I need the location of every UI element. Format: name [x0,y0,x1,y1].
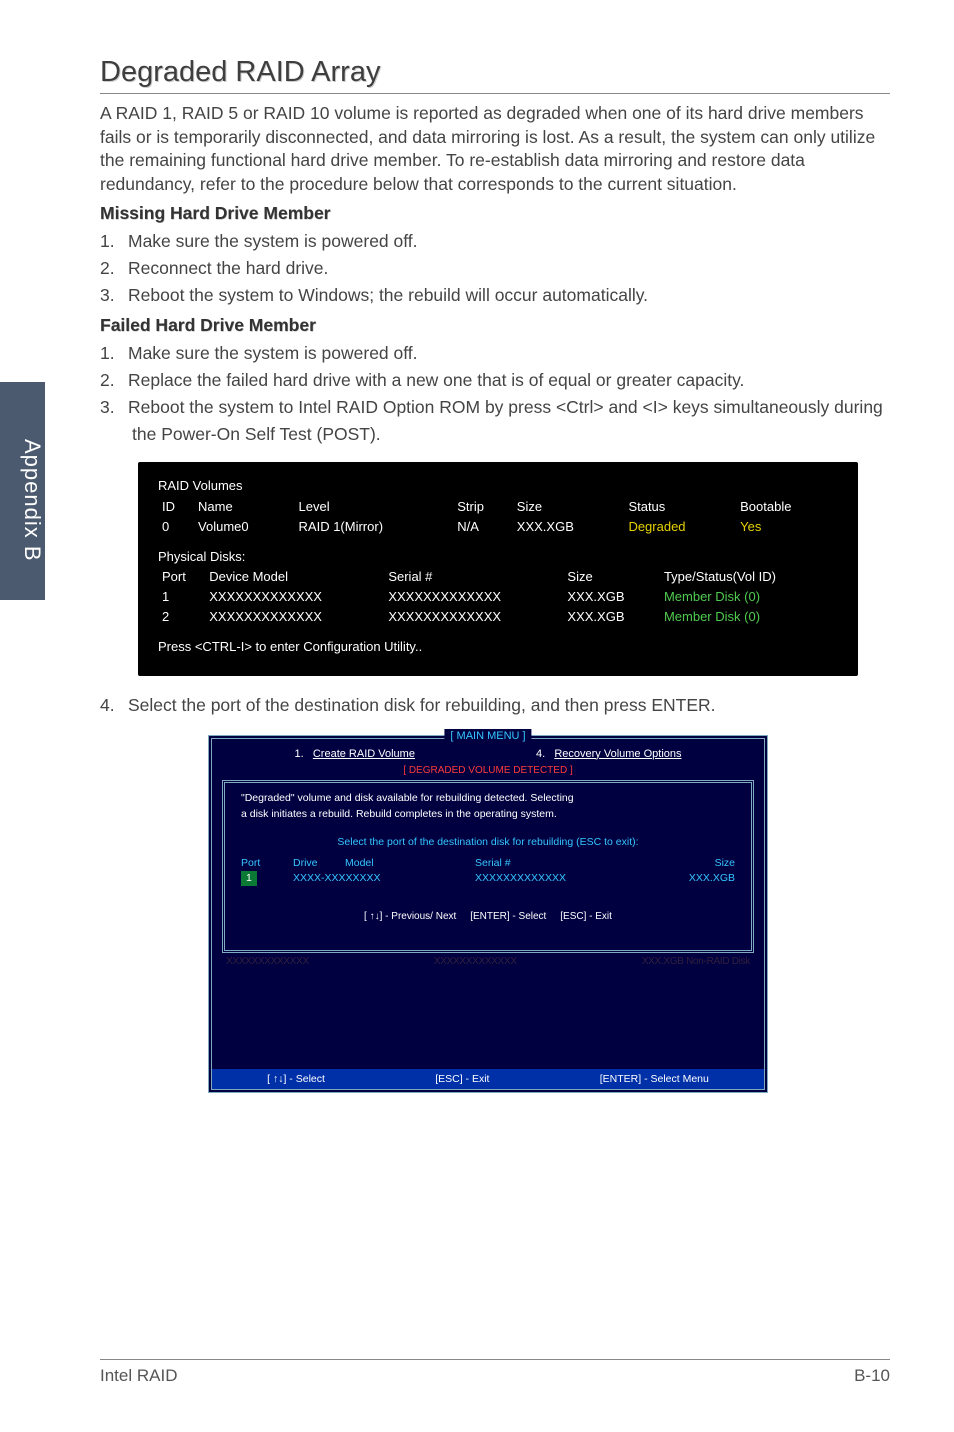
cell-size: XXX.XGB [631,871,735,886]
bios-prompt: Press <CTRL-I> to enter Configuration Ut… [158,637,838,657]
subhead-missing: Missing Hard Drive Member [100,203,890,224]
disk-header-row: Port Drive Model Serial # Size [241,856,735,871]
list-step4: 4.Select the port of the destination dis… [100,692,890,719]
nav-exit: [ESC] - Exit [560,911,612,922]
list-item: 1.Make sure the system is powered off. [100,228,890,255]
cell: XXX.XGB [563,607,660,627]
list-text: Reconnect the hard drive. [128,258,328,278]
nav-select: [ENTER] - Select [470,911,546,922]
list-text: Reboot the system to Windows; the rebuil… [128,285,648,305]
cell: 1 [158,587,205,607]
col-port: Port [241,856,293,871]
ghost-cell: XXXXXXXXXXXXX [226,955,309,969]
col-name: Name [194,497,295,517]
col-level: Level [295,497,454,517]
bios-msg: a disk initiates a rebuild. Rebuild comp… [241,807,735,823]
col-drive: Drive [293,856,345,871]
cell-bootable: Yes [736,517,838,537]
col-model: Device Model [205,567,384,587]
cell: 0 [158,517,194,537]
footer-left: Intel RAID [100,1366,854,1386]
bios-footer-bar: [ ↑↓] - Select [ESC] - Exit [ENTER] - Se… [212,1069,764,1090]
page-footer: Intel RAID B-10 [100,1359,890,1386]
list-text: Replace the failed hard drive with a new… [128,370,744,390]
col-bootable: Bootable [736,497,838,517]
cell: XXX.XGB [563,587,660,607]
cell: XXXXXXXXXXXXX [384,607,563,627]
col-model: Model [345,856,475,871]
bios-nav-hints: [ ↑↓] - Previous/ Next [ENTER] - Select … [241,910,735,924]
footer-right: B-10 [854,1366,890,1386]
bios-prompt: Select the port of the destination disk … [241,835,735,851]
subhead-failed: Failed Hard Drive Member [100,315,890,336]
cell: N/A [453,517,513,537]
menu-item: 1. Create RAID Volume [295,747,415,762]
list-text: Select the port of the destination disk … [128,695,716,715]
col-type: Type/Status(Vol ID) [660,567,838,587]
footer-menu: [ENTER] - Select Menu [600,1072,709,1087]
physical-disks-table: Port Device Model Serial # Size Type/Sta… [158,567,838,627]
cell: XXXXXXXXXXXXX [384,587,563,607]
list-item: 4.Select the port of the destination dis… [100,692,890,719]
selected-port: 1 [241,871,257,886]
page-content: Degraded RAID Array A RAID 1, RAID 5 or … [100,56,890,1093]
appendix-side-tab: Appendix B [0,382,45,600]
col-size: Size [631,856,735,871]
list-item: 1.Make sure the system is powered off. [100,340,890,367]
bios-raid-volumes-screen: RAID Volumes ID Name Level Strip Size St… [138,462,858,675]
list-text: Make sure the system is powered off. [128,231,418,251]
footer-exit: [ESC] - Exit [435,1072,489,1087]
cell-model: XXXX-XXXXXXXX [293,871,475,886]
list-item: 3.Reboot the system to Intel RAID Option… [100,394,890,448]
page-title: Degraded RAID Array [100,56,890,94]
ghost-cell: XXX.XGB Non-RAID Disk [642,955,750,969]
cell-status: Degraded [624,517,736,537]
col-size: Size [513,497,625,517]
bios-msg: "Degraded" volume and disk available for… [241,791,735,807]
bios-inner-dialog: "Degraded" volume and disk available for… [222,780,754,953]
section-label: Physical Disks: [158,547,838,567]
cell: Volume0 [194,517,295,537]
list-item: 2.Replace the failed hard drive with a n… [100,367,890,394]
bios-titlebar: [ MAIN MENU ] [444,729,531,744]
cell-status: Member Disk (0) [660,587,838,607]
cell: RAID 1(Mirror) [295,517,454,537]
menu-item: 4. Recovery Volume Options [536,747,682,762]
list-item: 3.Reboot the system to Windows; the rebu… [100,282,890,309]
nav-prev-next: [ ↑↓] - Previous/ Next [364,911,456,922]
cell: XXXXXXXXXXXXX [205,607,384,627]
cell-status: Member Disk (0) [660,607,838,627]
col-serial: Serial # [384,567,563,587]
cell: 2 [158,607,205,627]
ghost-cell: XXXXXXXXXXXXX [434,955,517,969]
section-label: RAID Volumes [158,476,838,496]
list-missing: 1.Make sure the system is powered off. 2… [100,228,890,309]
col-size: Size [563,567,660,587]
cell-serial: XXXXXXXXXXXXX [475,871,631,886]
cell: XXX.XGB [513,517,625,537]
col-port: Port [158,567,205,587]
cell: XXXXXXXXXXXXX [205,587,384,607]
blank-area [212,973,764,1063]
list-failed: 1.Make sure the system is powered off. 2… [100,340,890,449]
list-item: 2.Reconnect the hard drive. [100,255,890,282]
disk-row[interactable]: 1 XXXX-XXXXXXXX XXXXXXXXXXXXX XXX.XGB [241,871,735,886]
col-status: Status [624,497,736,517]
footer-select: [ ↑↓] - Select [267,1072,325,1087]
list-text: Make sure the system is powered off. [128,343,418,363]
ghost-disk-row: XXXXXXXXXXXXX XXXXXXXXXXXXX XXX.XGB Non-… [212,955,764,973]
intro-paragraph: A RAID 1, RAID 5 or RAID 10 volume is re… [100,102,890,197]
col-id: ID [158,497,194,517]
bios-main-menu-screen: [ MAIN MENU ] 1. Create RAID Volume 4. R… [208,735,768,1094]
degraded-label: [ DEGRADED VOLUME DETECTED ] [212,764,764,778]
raid-volumes-table: ID Name Level Strip Size Status Bootable… [158,497,838,537]
col-strip: Strip [453,497,513,517]
list-text: Reboot the system to Intel RAID Option R… [128,397,883,444]
col-serial: Serial # [475,856,631,871]
